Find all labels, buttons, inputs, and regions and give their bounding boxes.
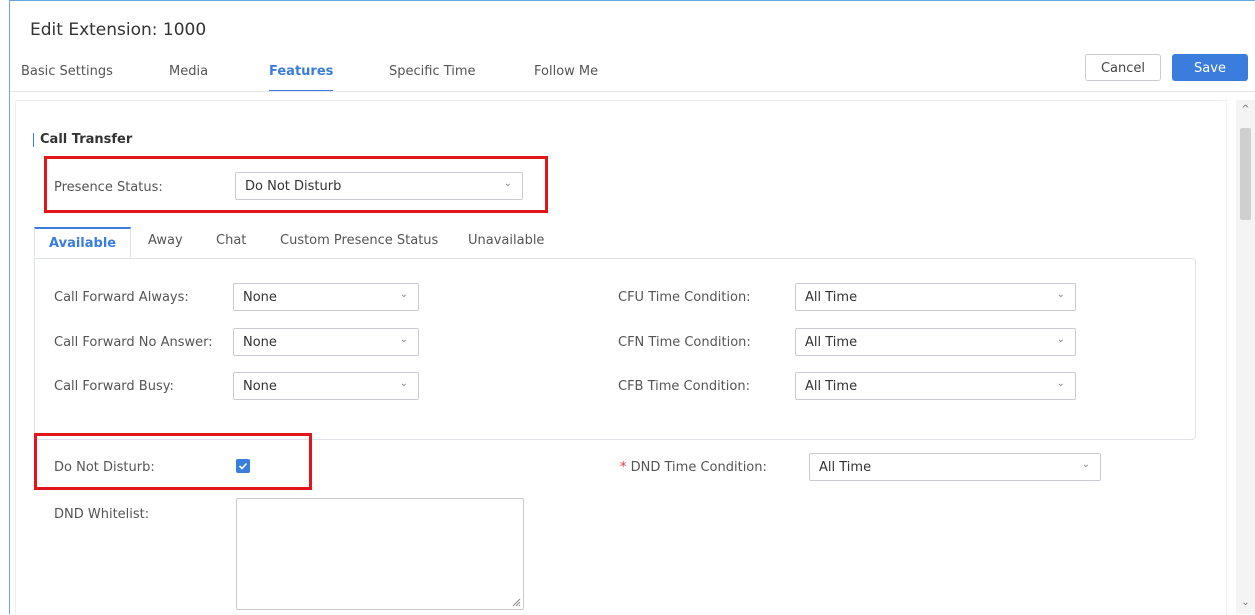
ptab-chat[interactable]: Chat	[216, 233, 246, 248]
call-forward-always-select[interactable]: None ⌄	[233, 283, 419, 311]
chevron-down-icon: ⌄	[399, 378, 408, 389]
tab-features[interactable]: Features	[269, 64, 334, 92]
required-marker: *	[620, 460, 627, 475]
scrollbar-thumb[interactable]	[1240, 128, 1251, 220]
call-forward-always-value: None	[243, 290, 277, 305]
cfb-time-condition-label: CFB Time Condition:	[618, 379, 750, 394]
header-divider	[10, 91, 1255, 92]
tab-features-label: Features	[269, 64, 334, 79]
window-frame-left	[9, 0, 10, 614]
page-title: Edit Extension: 1000	[30, 20, 207, 40]
highlight-box-presence	[44, 156, 548, 213]
cfu-time-condition-select[interactable]: All Time ⌄	[795, 283, 1076, 311]
tab-media[interactable]: Media	[169, 64, 208, 79]
chevron-down-icon: ⌄	[1056, 334, 1065, 345]
tab-specific-time[interactable]: Specific Time	[389, 64, 476, 79]
presence-tabs: Available Away Chat Custom Presence Stat…	[34, 227, 1197, 259]
section-title-call-transfer: Call Transfer	[40, 132, 133, 147]
resize-handle-icon[interactable]	[511, 597, 521, 607]
window-frame-top	[9, 0, 1255, 1]
chevron-down-icon: ⌄	[399, 334, 408, 345]
cfn-time-condition-select[interactable]: All Time ⌄	[795, 328, 1076, 356]
call-forward-no-answer-select[interactable]: None ⌄	[233, 328, 419, 356]
ptab-unavailable[interactable]: Unavailable	[468, 233, 544, 248]
cfu-time-condition-label: CFU Time Condition:	[618, 290, 751, 305]
cfb-time-condition-value: All Time	[805, 379, 858, 394]
call-forward-busy-select[interactable]: None ⌄	[233, 372, 419, 400]
chevron-down-icon: ⌄	[1056, 378, 1065, 389]
chevron-down-icon: ⌄	[1056, 289, 1065, 300]
tab-follow-me[interactable]: Follow Me	[534, 64, 598, 79]
cfn-time-condition-value: All Time	[805, 335, 858, 350]
chevron-down-icon: ⌄	[1081, 459, 1090, 470]
cfb-time-condition-select[interactable]: All Time ⌄	[795, 372, 1076, 400]
call-forward-busy-value: None	[243, 379, 277, 394]
dnd-time-condition-value: All Time	[819, 460, 872, 475]
ptab-away[interactable]: Away	[148, 233, 183, 248]
cancel-button[interactable]: Cancel	[1085, 54, 1161, 81]
ptab-available[interactable]: Available	[34, 227, 132, 258]
dnd-time-condition-label: * DND Time Condition:	[620, 460, 767, 475]
tab-basic-settings[interactable]: Basic Settings	[21, 64, 113, 79]
dnd-time-condition-text: DND Time Condition:	[630, 460, 767, 475]
ptab-custom-presence-status[interactable]: Custom Presence Status	[280, 233, 438, 248]
section-marker	[33, 133, 34, 147]
call-forward-always-label: Call Forward Always:	[54, 290, 189, 305]
dnd-time-condition-select[interactable]: All Time ⌄	[809, 453, 1101, 481]
scroll-down-icon[interactable]: ⌄	[1236, 597, 1255, 608]
call-forward-busy-label: Call Forward Busy:	[54, 379, 174, 394]
save-button[interactable]: Save	[1172, 54, 1248, 81]
chevron-down-icon: ⌄	[399, 289, 408, 300]
dnd-whitelist-label: DND Whitelist:	[54, 507, 150, 522]
call-forward-no-answer-value: None	[243, 335, 277, 350]
vertical-scrollbar[interactable]: ^ ⌄	[1236, 100, 1255, 614]
call-forward-no-answer-label: Call Forward No Answer:	[54, 335, 213, 350]
highlight-box-dnd	[34, 433, 312, 490]
dnd-whitelist-textarea[interactable]	[236, 498, 524, 610]
scroll-up-icon[interactable]: ^	[1236, 104, 1255, 115]
cfu-time-condition-value: All Time	[805, 290, 858, 305]
cfn-time-condition-label: CFN Time Condition:	[618, 335, 751, 350]
